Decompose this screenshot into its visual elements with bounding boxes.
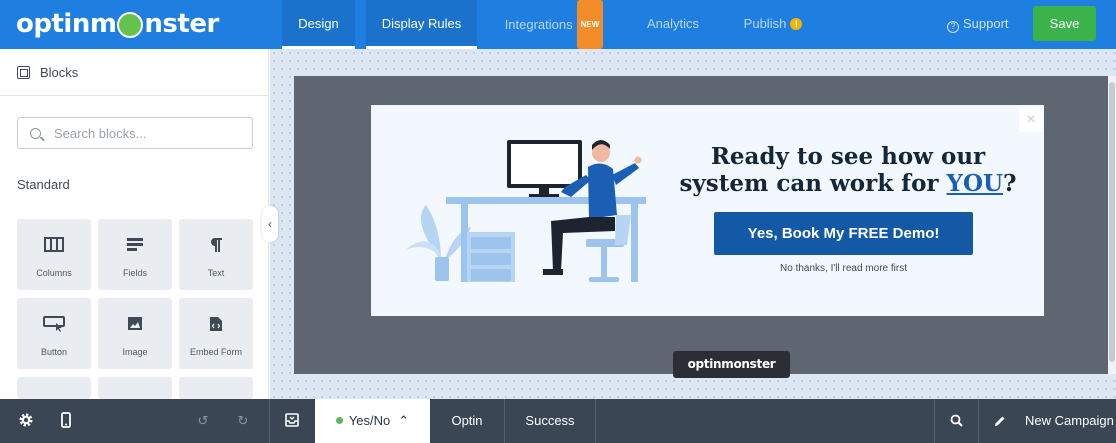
blocks-header: Blocks	[0, 49, 268, 96]
new-badge: NEW	[576, 0, 604, 49]
question-circle-icon: ?	[947, 21, 959, 33]
tab-publish-label: Publish	[743, 16, 787, 31]
tab-integrations-label: Integrations	[504, 17, 573, 32]
view-tab-optin-label: Optin	[451, 413, 483, 428]
popup-headline: Ready to see how our system can work for…	[673, 143, 1023, 197]
block-button-label: Button	[40, 347, 68, 357]
view-tab-yes-no-label: Yes/No	[348, 413, 391, 428]
separator	[595, 399, 596, 443]
decline-link[interactable]: No thanks, I'll read more first	[714, 263, 973, 274]
block-button[interactable]: Button	[17, 298, 91, 369]
section-title-standard: Standard	[17, 177, 70, 192]
popup-campaign[interactable]: Ready to see how our system can work for…	[371, 105, 1044, 316]
headline-line-2: system can work for	[679, 170, 947, 197]
button-icon	[17, 316, 91, 332]
image-icon	[98, 316, 172, 331]
support-label: Support	[963, 16, 1009, 31]
canvas-scrollbar[interactable]	[1108, 76, 1116, 374]
undo-icon[interactable]: ↺	[188, 399, 218, 443]
save-button[interactable]: Save	[1033, 6, 1096, 41]
campaign-name[interactable]: New Campaign	[1025, 399, 1116, 443]
tab-design[interactable]: Design	[282, 0, 355, 49]
block-image[interactable]: Image	[98, 298, 172, 369]
embed-form-icon	[179, 316, 253, 332]
tab-analytics[interactable]: Analytics	[637, 0, 709, 49]
status-dot-icon	[335, 417, 343, 424]
monster-icon	[117, 12, 144, 38]
view-tab-optin[interactable]: Optin	[430, 399, 504, 443]
block-partial-3[interactable]	[179, 377, 253, 399]
blocks-sidebar: Blocks Standard Columns Fields Text Butt…	[0, 49, 269, 399]
tab-display-rules-label: Display Rules	[381, 16, 462, 31]
tab-integrations[interactable]: Integrations NEW	[495, 0, 613, 49]
search-icon[interactable]	[935, 399, 977, 443]
block-columns[interactable]: Columns	[17, 219, 91, 290]
warning-badge-icon: !	[790, 18, 803, 30]
optinmonster-badge[interactable]: optinmonster	[673, 351, 790, 378]
block-embed-form[interactable]: Embed Form	[179, 298, 253, 369]
chevron-up-icon: ⌃	[398, 413, 410, 428]
paragraph-icon	[179, 237, 253, 253]
headline-emphasis: YOU	[946, 170, 1004, 197]
blocks-header-label: Blocks	[40, 64, 79, 80]
design-canvas: Ready to see how our system can work for…	[270, 49, 1116, 399]
tab-display-rules[interactable]: Display Rules	[366, 0, 477, 49]
view-tab-yes-no[interactable]: Yes/No ⌃	[315, 399, 430, 443]
collapse-sidebar-chevron-icon[interactable]: ‹	[262, 206, 278, 242]
tab-publish[interactable]: Publish!	[734, 0, 812, 49]
view-tab-success-label: Success	[525, 413, 575, 428]
logo-text-left: optinm	[16, 9, 117, 39]
block-fields[interactable]: Fields	[98, 219, 172, 290]
headline-end: ?	[1003, 170, 1017, 197]
search-blocks-box	[17, 117, 253, 149]
settings-gear-icon[interactable]	[8, 399, 44, 443]
search-blocks-input[interactable]	[54, 125, 244, 141]
tab-analytics-label: Analytics	[646, 16, 700, 31]
block-image-label: Image	[122, 347, 148, 357]
popup-overlay: Ready to see how our system can work for…	[294, 76, 1108, 378]
block-partial-2[interactable]	[98, 377, 172, 399]
block-fields-label: Fields	[122, 268, 147, 278]
mobile-preview-icon[interactable]	[48, 399, 84, 443]
block-embed-form-label: Embed Form	[189, 347, 242, 357]
search-icon	[30, 127, 41, 139]
fields-icon	[98, 237, 172, 252]
blocks-icon	[17, 65, 30, 79]
bottom-toolbar: ↺ ↻ Yes/No ⌃ Optin Success New Campaign	[0, 399, 1116, 443]
block-columns-label: Columns	[36, 268, 72, 278]
inbox-icon[interactable]	[270, 399, 314, 443]
desk-illustration	[406, 140, 646, 282]
top-navigation-bar: optinm nster Design Display Rules Integra…	[0, 0, 1116, 49]
block-text-label: Text	[207, 268, 225, 278]
close-icon[interactable]: ×	[1019, 108, 1043, 132]
separator	[978, 399, 979, 443]
headline-line-1: Ready to see how our	[710, 143, 986, 170]
block-text[interactable]: Text	[179, 219, 253, 290]
book-demo-button[interactable]: Yes, Book My FREE Demo!	[714, 212, 973, 255]
tab-design-label: Design	[298, 16, 339, 31]
pencil-icon[interactable]	[985, 399, 1015, 443]
block-partial-1[interactable]	[17, 377, 91, 399]
view-tab-success[interactable]: Success	[505, 399, 595, 443]
optinmonster-logo[interactable]: optinm nster	[16, 6, 219, 42]
scrollbar-thumb[interactable]	[1109, 82, 1115, 362]
support-link[interactable]: ? Support	[947, 0, 1009, 49]
columns-icon	[17, 237, 91, 252]
redo-icon[interactable]: ↻	[228, 399, 258, 443]
logo-text-right: nster	[144, 9, 219, 39]
